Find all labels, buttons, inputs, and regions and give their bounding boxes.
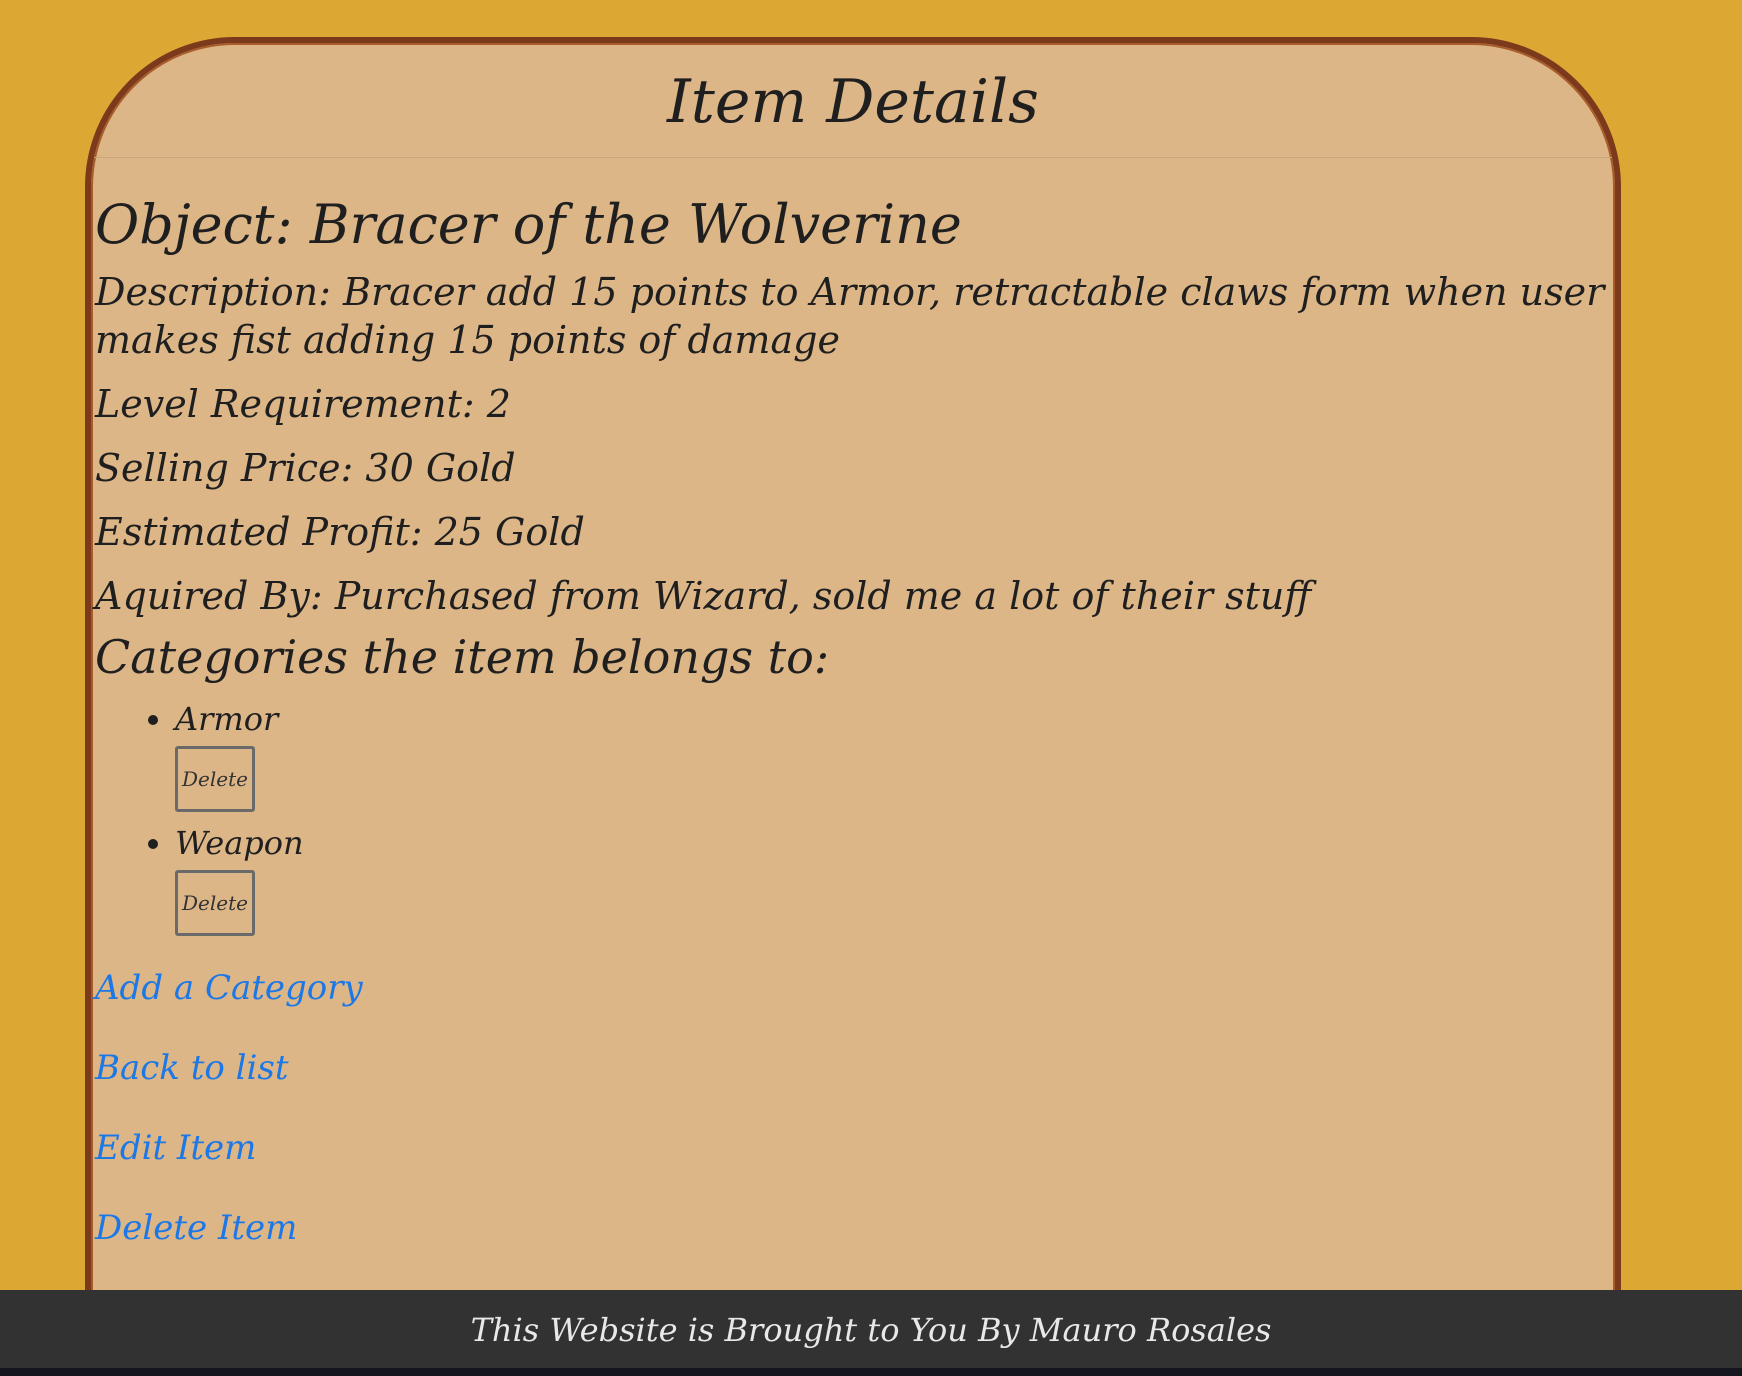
selling-price: Selling Price: 30 Gold [95,446,516,490]
delete-item-link[interactable]: Delete Item [95,1206,1615,1250]
delete-category-button[interactable]: Delete [175,870,255,936]
footer-text: This Website is Brought to You By Mauro … [470,1311,1272,1349]
item-description: Description: Bracer add 15 points to Arm… [95,270,1605,362]
category-label: Weapon [175,824,304,862]
item-details-card: Item Details Object: Bracer of the Wolve… [85,37,1621,1367]
delete-category-button[interactable]: Delete [175,746,255,812]
estimated-profit: Estimated Profit: 25 Gold [95,510,585,554]
edit-item-link[interactable]: Edit Item [95,1126,1615,1170]
page-title: Item Details [91,43,1615,158]
category-list: Armor Delete Weapon Delete [95,698,1615,936]
bottom-strip [0,1368,1742,1376]
category-label: Armor [175,700,279,738]
level-requirement: Level Requirement: 2 [95,382,511,426]
categories-heading: Categories the item belongs to: [95,630,830,684]
add-category-link[interactable]: Add a Category [95,966,1615,1010]
page: Item Details Object: Bracer of the Wolve… [0,0,1742,1376]
acquired-by: Aquired By: Purchased from Wizard, sold … [95,574,1312,618]
category-item: Armor Delete [175,698,1615,812]
action-links: Add a Category Back to list Edit Item De… [95,966,1615,1250]
item-details-content: Object: Bracer of the Wolverine Descript… [91,190,1615,1250]
category-item: Weapon Delete [175,822,1615,936]
footer: This Website is Brought to You By Mauro … [0,1290,1742,1368]
back-to-list-link[interactable]: Back to list [95,1046,1615,1090]
object-name: Object: Bracer of the Wolverine [95,193,962,256]
